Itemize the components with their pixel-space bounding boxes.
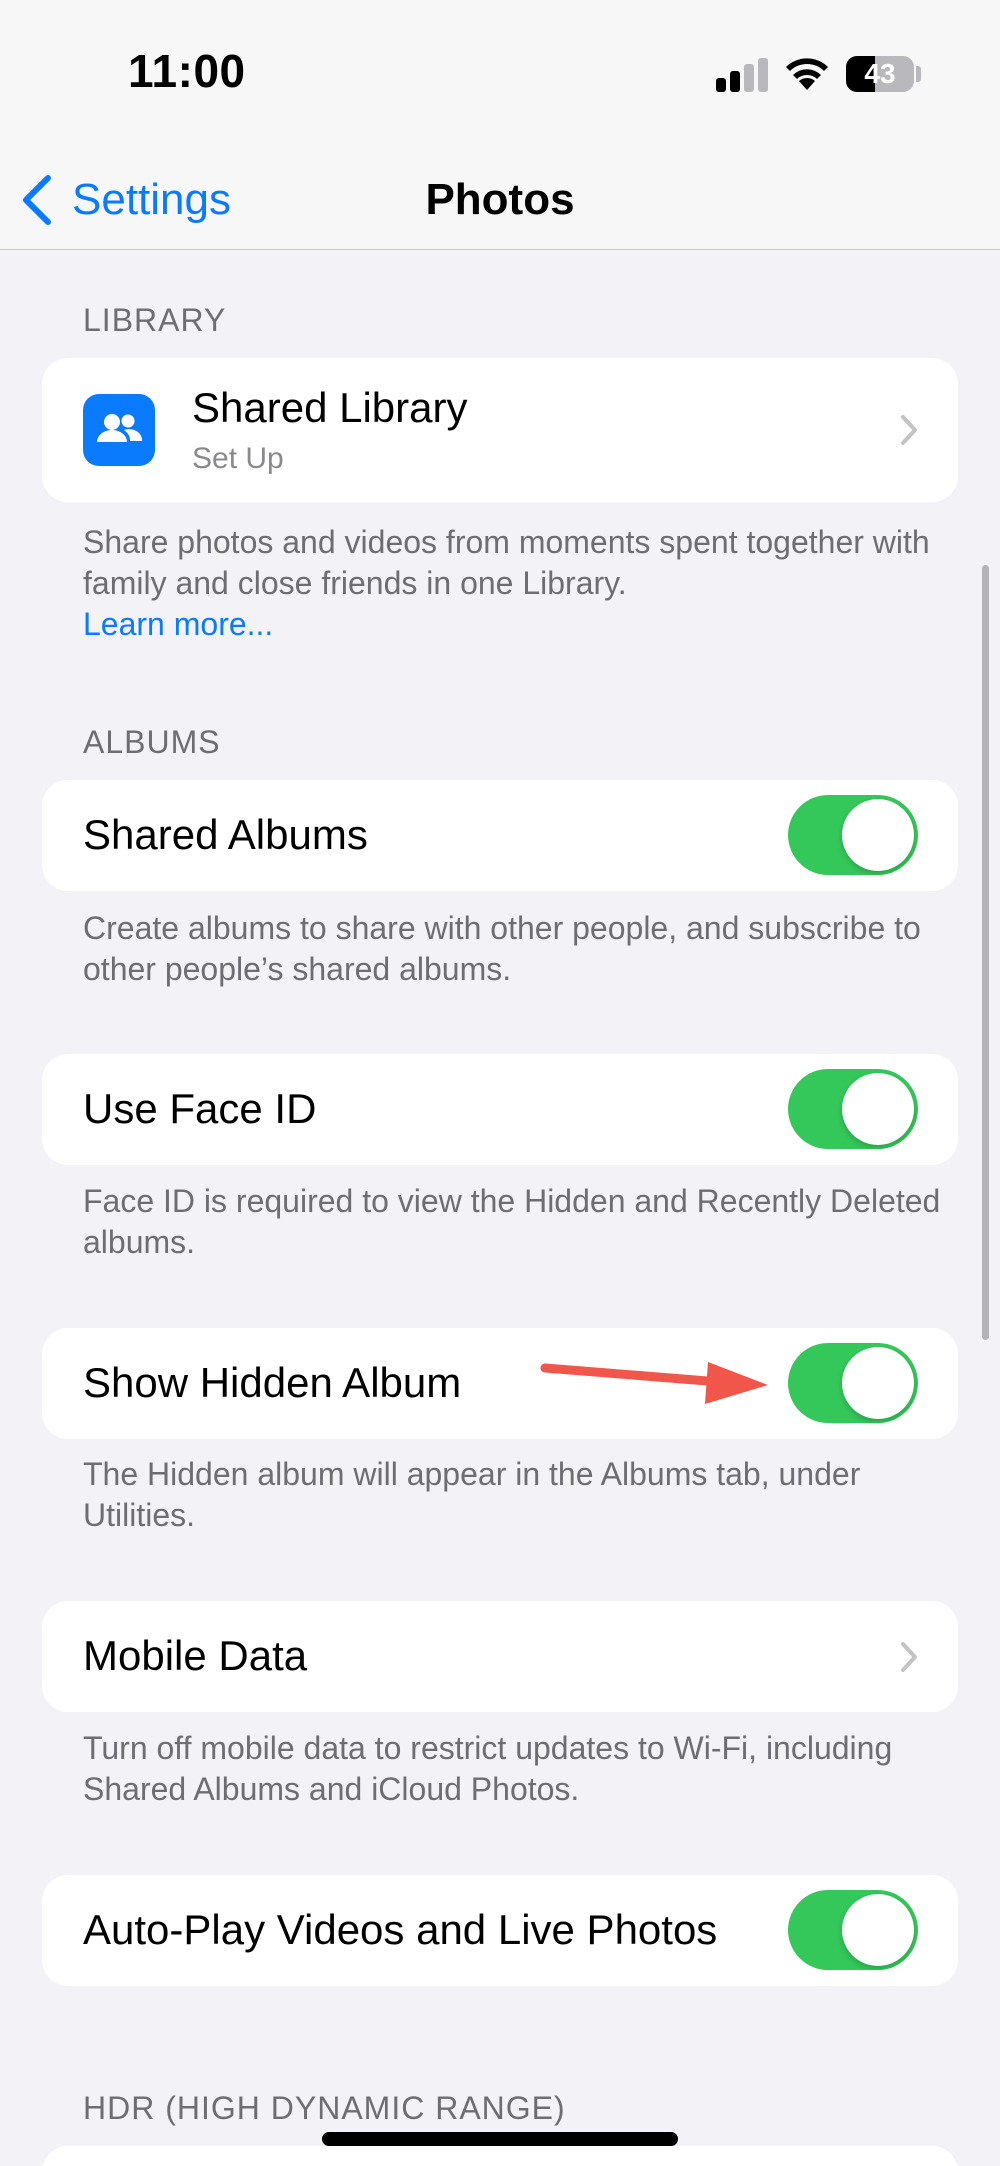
shared-albums-footer: Create albums to share with other people… bbox=[83, 910, 921, 987]
library-footer: Share photos and videos from moments spe… bbox=[83, 522, 943, 645]
autoplay-toggle[interactable] bbox=[788, 1890, 918, 1970]
chevron-right-icon bbox=[901, 1642, 917, 1672]
show-hidden-album-toggle[interactable] bbox=[788, 1343, 918, 1423]
annotation-arrow bbox=[540, 1362, 768, 1404]
chevron-left-icon bbox=[23, 175, 51, 225]
scrollbar[interactable] bbox=[982, 565, 989, 1340]
back-label: Settings bbox=[72, 175, 231, 224]
use-face-id-toggle[interactable] bbox=[788, 1069, 918, 1149]
use-face-id-label: Use Face ID bbox=[83, 1085, 317, 1132]
section-header-albums: ALBUMS bbox=[83, 724, 221, 760]
shared-library-row[interactable]: Shared Library Set Up bbox=[42, 358, 958, 502]
status-time: 11:00 bbox=[128, 45, 246, 97]
shared-library-icon bbox=[83, 394, 155, 466]
mobile-data-footer: Turn off mobile data to restrict updates… bbox=[83, 1730, 893, 1807]
use-face-id-row: Use Face ID bbox=[42, 1054, 958, 1165]
hdr-row[interactable] bbox=[42, 2146, 958, 2166]
shared-albums-toggle[interactable] bbox=[788, 795, 918, 875]
navigation-bar: Photos Settings bbox=[0, 150, 1000, 250]
section-header-library: LIBRARY bbox=[83, 302, 227, 338]
mobile-data-row[interactable]: Mobile Data bbox=[42, 1601, 958, 1712]
shared-albums-label: Shared Albums bbox=[83, 811, 368, 858]
shared-albums-row: Shared Albums bbox=[42, 780, 958, 891]
shared-library-title: Shared Library bbox=[192, 384, 468, 431]
autoplay-row: Auto-Play Videos and Live Photos bbox=[42, 1875, 958, 1986]
battery-icon: 43 bbox=[846, 56, 914, 92]
cellular-signal-icon bbox=[716, 58, 770, 92]
chevron-right-icon bbox=[901, 415, 917, 445]
wifi-icon bbox=[786, 58, 828, 90]
battery-cap bbox=[916, 66, 921, 82]
section-header-hdr: HDR (HIGH DYNAMIC RANGE) bbox=[83, 2090, 566, 2126]
back-button[interactable]: Settings bbox=[20, 170, 231, 230]
battery-percent: 43 bbox=[864, 58, 896, 89]
home-indicator[interactable] bbox=[322, 2132, 678, 2146]
library-footer-text: Share photos and videos from moments spe… bbox=[83, 524, 930, 601]
show-hidden-album-label: Show Hidden Album bbox=[83, 1359, 462, 1406]
show-hidden-album-row: Show Hidden Album bbox=[42, 1328, 958, 1439]
status-bar: 11:00 43 bbox=[0, 0, 1000, 150]
hidden-album-footer: The Hidden album will appear in the Albu… bbox=[83, 1456, 861, 1533]
mobile-data-label: Mobile Data bbox=[83, 1632, 308, 1679]
face-id-footer: Face ID is required to view the Hidden a… bbox=[83, 1183, 941, 1260]
shared-library-subtitle: Set Up bbox=[192, 442, 284, 475]
learn-more-link[interactable]: Learn more... bbox=[83, 604, 943, 645]
autoplay-label: Auto-Play Videos and Live Photos bbox=[83, 1906, 718, 1953]
